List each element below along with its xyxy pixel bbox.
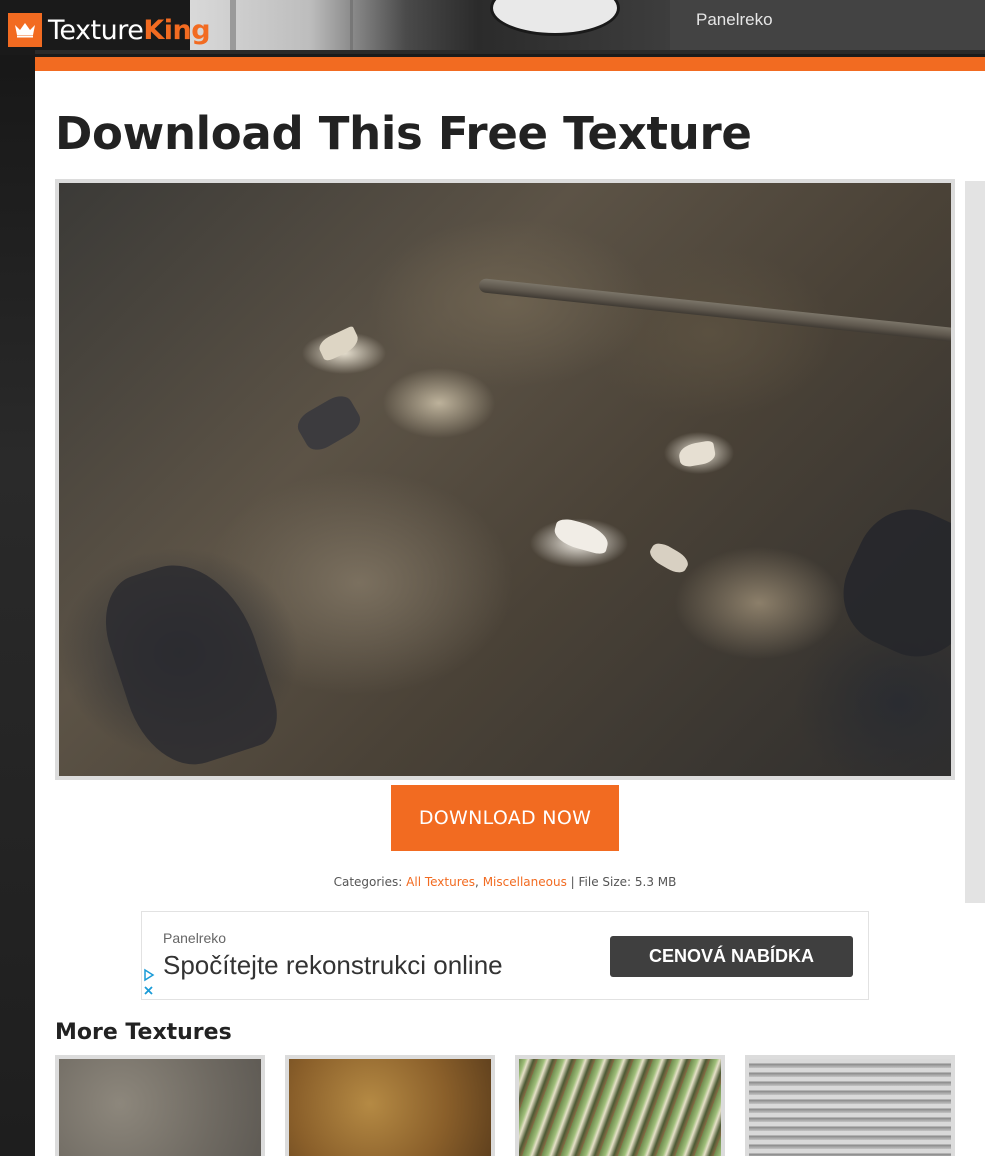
header-divider bbox=[35, 50, 985, 54]
ad-sponsor[interactable]: Panelreko bbox=[163, 930, 226, 946]
orange-accent-bar bbox=[35, 57, 985, 71]
site-header: Panelreko Texture King bbox=[0, 0, 985, 55]
more-textures-heading: More Textures bbox=[55, 1020, 232, 1045]
ad-headline[interactable]: Spočítejte rekonstrukci online bbox=[163, 950, 503, 981]
texture-thumbnail[interactable] bbox=[515, 1055, 725, 1156]
texture-image[interactable] bbox=[59, 183, 951, 776]
categories-label: Categories: bbox=[333, 875, 403, 889]
texture-thumbnail[interactable] bbox=[745, 1055, 955, 1156]
texture-thumbnail[interactable] bbox=[55, 1055, 265, 1156]
logo-text-accent[interactable]: King bbox=[143, 15, 210, 46]
category-link-miscellaneous[interactable]: Miscellaneous bbox=[483, 875, 567, 889]
category-link-all-textures[interactable]: All Textures bbox=[406, 875, 475, 889]
header-banner-image[interactable] bbox=[190, 0, 670, 50]
texture-meta: Categories: All Textures, Miscellaneous … bbox=[333, 875, 677, 889]
page-title: Download This Free Texture bbox=[55, 107, 752, 160]
logo-text[interactable]: Texture bbox=[48, 15, 144, 46]
crown-icon bbox=[8, 13, 42, 47]
header-ad-banner[interactable]: Panelreko bbox=[670, 0, 985, 50]
header-ad-text[interactable]: Panelreko bbox=[696, 10, 773, 30]
ad-banner[interactable]: Panelreko Spočítejte rekonstrukci online… bbox=[141, 911, 869, 1000]
download-now-button[interactable]: DOWNLOAD NOW bbox=[391, 785, 619, 851]
ad-choices-icon[interactable] bbox=[142, 968, 156, 998]
file-size: | File Size: 5.3 MB bbox=[570, 875, 677, 889]
main-content: Download This Free Texture DOWNLOAD NOW … bbox=[35, 71, 985, 1156]
texture-preview[interactable] bbox=[55, 179, 955, 780]
site-logo[interactable]: Texture King bbox=[8, 12, 211, 48]
sidebar-placeholder bbox=[965, 181, 985, 903]
texture-thumbnail[interactable] bbox=[285, 1055, 495, 1156]
ad-cta-button[interactable]: CENOVÁ NABÍDKA bbox=[610, 936, 853, 977]
page-background-left bbox=[0, 0, 35, 1156]
